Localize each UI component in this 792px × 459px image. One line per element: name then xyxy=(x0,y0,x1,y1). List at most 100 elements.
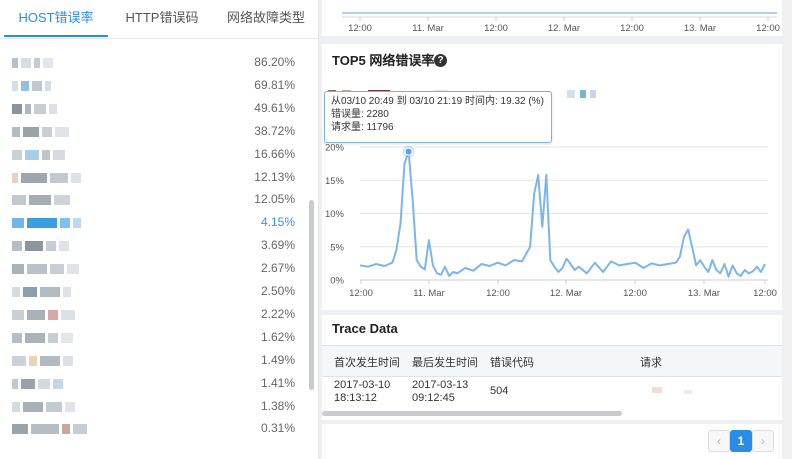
tab-network-fault-type[interactable]: 网络故障类型 xyxy=(214,0,318,37)
tab-bar: HOST错误率 HTTP错误码 网络故障类型 xyxy=(0,0,318,39)
host-error-rate: 1.38% xyxy=(260,398,295,413)
help-icon[interactable]: ? xyxy=(434,54,447,67)
host-name-redacted xyxy=(12,309,78,321)
host-error-rate: 3.69% xyxy=(260,238,295,253)
overview-tick-label: 12:00 xyxy=(484,23,508,34)
tab-http-error-code[interactable]: HTTP错误码 xyxy=(110,0,214,37)
host-error-rate: 1.49% xyxy=(260,352,295,367)
list-item[interactable]: 1.49% xyxy=(0,350,305,373)
column-error-code[interactable]: 错误代码 xyxy=(490,354,534,370)
overview-tick-label: 12. Mar xyxy=(548,23,580,34)
trace-title: Trace Data xyxy=(332,321,398,336)
chart-tooltip: 从03/10 20:49 到 03/10 21:19 时间内: 19.32 (%… xyxy=(324,91,552,143)
host-error-rate: 1.62% xyxy=(260,329,295,344)
x-tick-label: 12:00 xyxy=(623,288,647,299)
tooltip-error-count: 错误量: 2280 xyxy=(331,109,389,120)
overview-tick-label: 13. Mar xyxy=(684,23,716,34)
page-1-button[interactable]: 1 xyxy=(730,430,752,452)
host-error-rate: 86.20% xyxy=(254,55,295,69)
hover-point[interactable] xyxy=(404,147,413,156)
overview-chart-svg: 12:00 11. Mar 12:00 12. Mar 12:00 13. Mar 12:0… xyxy=(342,12,780,34)
x-tick-label: 11. Mar xyxy=(413,288,445,299)
host-error-rate: 2.22% xyxy=(260,306,295,321)
y-tick-label: 20% xyxy=(325,143,345,154)
tooltip-request-count: 请求量: 11796 xyxy=(331,122,394,133)
first-occurrence-time: 18:13:12 xyxy=(334,392,377,404)
host-error-rate: 1.41% xyxy=(260,375,295,390)
x-tick-label: 12. Mar xyxy=(550,288,582,299)
list-item[interactable]: 1.62% xyxy=(0,327,305,350)
y-tick-label: 15% xyxy=(325,176,345,187)
list-item[interactable]: 2.50% xyxy=(0,281,305,304)
tab-host-error-rate[interactable]: HOST错误率 xyxy=(4,0,108,37)
list-item[interactable]: 12.05% xyxy=(0,189,305,212)
x-tick-label: 12:00 xyxy=(349,288,373,299)
host-error-rate: 4.15% xyxy=(260,215,295,230)
list-item[interactable]: 49.61% xyxy=(0,98,305,121)
host-name-redacted xyxy=(12,241,72,252)
host-name-redacted xyxy=(12,172,84,184)
last-occurrence-time: 09:12:45 xyxy=(412,392,455,404)
trace-table-header: 首次发生时间 最后发生时间 错误代码 请求 xyxy=(322,345,782,377)
list-item[interactable]: 12.13% xyxy=(0,167,305,190)
host-error-rate: 69.81% xyxy=(254,77,295,92)
y-tick-label: 10% xyxy=(325,209,345,220)
column-first-time[interactable]: 首次发生时间 xyxy=(334,354,400,370)
overview-chart: 12:00 11. Mar 12:00 12. Mar 12:00 13. Mar 12:0… xyxy=(322,0,782,36)
list-item[interactable]: 2.22% xyxy=(0,304,305,327)
request-url-redacted xyxy=(652,387,662,393)
x-tick-label: 13. Mar xyxy=(688,288,720,299)
overview-tick-label: 12:00 xyxy=(620,23,644,34)
column-last-time[interactable]: 最后发生时间 xyxy=(412,354,478,370)
list-item[interactable]: 38.72% xyxy=(0,121,305,144)
host-name-redacted xyxy=(12,149,68,161)
list-item[interactable]: 2.67% xyxy=(0,258,305,281)
y-tick-label: 0% xyxy=(330,276,344,287)
top5-title: TOP5 网络错误率 xyxy=(332,53,435,68)
overview-tick-label: 11. Mar xyxy=(412,23,444,34)
first-occurrence-date: 2017-03-10 xyxy=(334,379,391,391)
host-name-redacted xyxy=(12,401,78,413)
top5-panel: TOP5 网络错误率 ? 20% 15% 10% 5% 0% 12:00 11. Mar 12… xyxy=(322,44,782,310)
host-name-redacted xyxy=(12,126,72,138)
tooltip-range: 从03/10 20:49 到 03/10 21:19 时间内: 19.32 (%… xyxy=(331,96,544,107)
host-name-redacted xyxy=(12,195,73,206)
host-error-rate: 2.50% xyxy=(260,284,295,298)
column-request[interactable]: 请求 xyxy=(640,354,662,370)
list-item[interactable]: 0.31% xyxy=(0,418,305,441)
y-tick-label: 5% xyxy=(330,242,344,253)
host-error-rate: 38.72% xyxy=(254,123,295,138)
host-name-redacted xyxy=(12,80,54,92)
x-tick-label: 12:00 xyxy=(753,288,777,299)
x-tick-label: 12:00 xyxy=(486,288,510,299)
host-name-redacted xyxy=(12,264,82,275)
last-occurrence-date: 2017-03-13 xyxy=(412,379,469,391)
host-error-rate: 49.61% xyxy=(254,100,295,115)
list-item[interactable]: 4.15% xyxy=(0,212,305,235)
list-item[interactable]: 16.66% xyxy=(0,144,305,167)
vertical-scrollbar[interactable] xyxy=(309,200,314,390)
list-item[interactable]: 3.69% xyxy=(0,235,305,258)
host-name-redacted xyxy=(12,58,56,69)
next-page-button[interactable]: › xyxy=(752,430,774,452)
prev-page-button[interactable]: ‹ xyxy=(708,430,730,452)
list-item[interactable]: 86.20% xyxy=(0,52,305,75)
host-panel: HOST错误率 HTTP错误码 网络故障类型 86.20% 69.81% 49.61… xyxy=(0,0,319,459)
overview-tick-label: 12:00 xyxy=(348,23,372,34)
host-name-redacted xyxy=(12,218,84,229)
host-name-redacted xyxy=(12,103,60,115)
host-name-redacted xyxy=(12,332,76,344)
pagination: ‹ 1 › xyxy=(322,424,782,459)
error-code: 504 xyxy=(490,385,509,397)
host-name-redacted xyxy=(12,424,90,435)
series-line[interactable] xyxy=(359,150,766,278)
list-item[interactable]: 1.38% xyxy=(0,396,305,419)
request-url-redacted xyxy=(684,390,692,394)
list-item[interactable]: 69.81% xyxy=(0,75,305,98)
list-item[interactable]: 1.41% xyxy=(0,373,305,396)
overview-tick-label: 12:00 xyxy=(756,23,780,34)
host-name-redacted xyxy=(12,287,74,298)
horizontal-scrollbar[interactable] xyxy=(322,411,622,416)
host-error-rate: 16.66% xyxy=(254,146,295,161)
trace-panel: Trace Data 首次发生时间 最后发生时间 错误代码 请求 2017-03… xyxy=(322,315,782,420)
